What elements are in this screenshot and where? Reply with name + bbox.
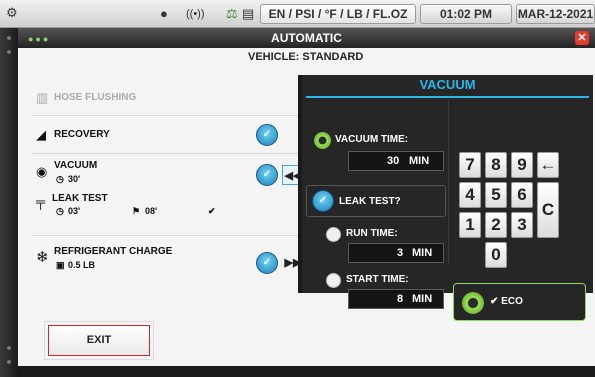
flag-icon: ⚑	[132, 206, 141, 216]
key-6[interactable]: 6	[511, 182, 533, 208]
leak-test-icon: ╤	[36, 194, 46, 209]
key-7[interactable]: 7	[459, 152, 481, 178]
step-vacuum: ◉ VACUUM ◷ 30' ✓ ◀◀	[32, 154, 304, 192]
key-3[interactable]: 3	[511, 212, 533, 238]
close-icon: ✕	[577, 32, 587, 44]
vacuum-pump-icon: ◉	[36, 164, 48, 179]
units-display[interactable]: EN / PSI / °F / LB / FL.OZ	[260, 4, 416, 24]
exit-button[interactable]: EXIT	[48, 325, 150, 356]
snowflake-icon: ❄	[36, 249, 49, 266]
close-button[interactable]: ✕	[575, 31, 589, 45]
recovery-icon: ◢	[36, 127, 46, 142]
bottom-bar	[18, 366, 595, 377]
step-hose-flushing: ▥ HOSE FLUSHING	[32, 78, 300, 116]
run-time-value: 3	[397, 247, 404, 259]
key-backspace[interactable]: ←	[537, 152, 559, 178]
time-display: 01:02 PM	[420, 4, 512, 24]
vacuum-time-field[interactable]: 30 MIN	[348, 151, 444, 171]
vacuum-panel: VACUUM VACUUM TIME: 30 MIN ✓ LEAK TEST? …	[298, 75, 593, 321]
vacuum-time-label: VACUUM TIME:	[335, 134, 409, 145]
step-label: RECOVERY	[54, 129, 110, 140]
status-bar: ⚙ ● ((•)) ⚖ ▤ EN / PSI / °F / LB / FL.OZ…	[0, 0, 595, 28]
vacuum-time: 30'	[68, 174, 81, 184]
start-time-unit: MIN	[412, 293, 433, 305]
gear-icon: ●	[160, 6, 168, 21]
run-time-radio[interactable]	[326, 227, 341, 242]
run-time-unit: MIN	[412, 247, 433, 259]
clock-icon: ◷	[56, 174, 64, 184]
eco-button[interactable]: ✔ ECO	[453, 283, 586, 321]
panel-title: VACUUM	[419, 77, 476, 92]
vacuum-time-value: 30	[387, 155, 400, 167]
rail-dot	[7, 50, 11, 54]
wireless-icon: ((•))	[186, 8, 205, 20]
rail-dot	[7, 36, 11, 40]
charge-amount: 0.5 LB	[68, 260, 96, 270]
vacuum-time-unit: MIN	[409, 155, 430, 167]
key-8[interactable]: 8	[485, 152, 507, 178]
key-1[interactable]: 1	[459, 212, 481, 238]
window-title: AUTOMATIC	[271, 31, 342, 45]
key-2[interactable]: 2	[485, 212, 507, 238]
start-time-field[interactable]: 8 MIN	[348, 289, 444, 309]
charge-icon: ▣	[56, 260, 65, 270]
rail-dot	[7, 346, 11, 350]
eco-label: ECO	[501, 296, 523, 307]
run-time-field[interactable]: 3 MIN	[348, 243, 444, 263]
eco-label-group: ✔ ECO	[490, 296, 523, 307]
eco-leaf-icon: ✔	[490, 296, 502, 307]
start-time-label: START TIME:	[346, 274, 409, 285]
printer-icon: ▤	[242, 6, 255, 21]
clock-icon: ◷	[56, 206, 64, 216]
vehicle-label: VEHICLE: STANDARD	[248, 51, 364, 63]
step-leak-test: ╤ LEAK TEST ◷ 03' ⚑ 08' ✔	[32, 192, 300, 236]
scale-icon: ⚖	[226, 6, 238, 21]
main-window: ●●● AUTOMATIC ✕ VEHICLE: STANDARD ▥ HOSE…	[18, 28, 595, 366]
step-label: LEAK TEST	[52, 193, 108, 204]
keypad-divider	[448, 100, 449, 265]
step-recovery: ◢ RECOVERY ✓	[32, 116, 300, 154]
step-label: HOSE FLUSHING	[54, 92, 137, 103]
settings-icon[interactable]: ⚙	[6, 5, 18, 21]
run-time-label: RUN TIME:	[346, 228, 398, 239]
start-time-radio[interactable]	[326, 273, 341, 288]
step-label: REFRIGERANT CHARGE	[54, 246, 173, 257]
rail-dot	[7, 360, 11, 364]
key-4[interactable]: 4	[459, 182, 481, 208]
key-9[interactable]: 9	[511, 152, 533, 178]
recovery-toggle[interactable]: ✓	[256, 124, 278, 146]
leak-run-time: 03'	[68, 206, 81, 216]
key-5[interactable]: 5	[485, 182, 507, 208]
eco-radio	[462, 292, 484, 314]
step-refrigerant-charge: ❄ REFRIGERANT CHARGE ▣ 0.5 LB ✓ ▶▶	[32, 236, 301, 280]
leak-test-toggle[interactable]: ✓	[312, 190, 334, 212]
eco-leaf-icon: ✔	[208, 206, 216, 216]
title-bar: ●●● AUTOMATIC ✕	[18, 28, 595, 48]
start-time-value: 8	[397, 293, 404, 305]
hose-icon: ▥	[36, 90, 49, 105]
leak-start-time: 08'	[145, 206, 158, 216]
vacuum-toggle[interactable]: ✓	[256, 164, 278, 186]
leak-test-label: LEAK TEST?	[339, 196, 401, 207]
date-display: MAR-12-2021	[516, 4, 595, 24]
step-label: VACUUM	[54, 160, 98, 171]
key-0[interactable]: 0	[485, 242, 507, 268]
key-clear[interactable]: C	[537, 182, 559, 238]
refrigerant-toggle[interactable]: ✓	[256, 252, 278, 274]
side-rail	[0, 28, 18, 377]
vacuum-time-radio[interactable]	[314, 132, 331, 149]
panel-divider	[306, 96, 589, 98]
